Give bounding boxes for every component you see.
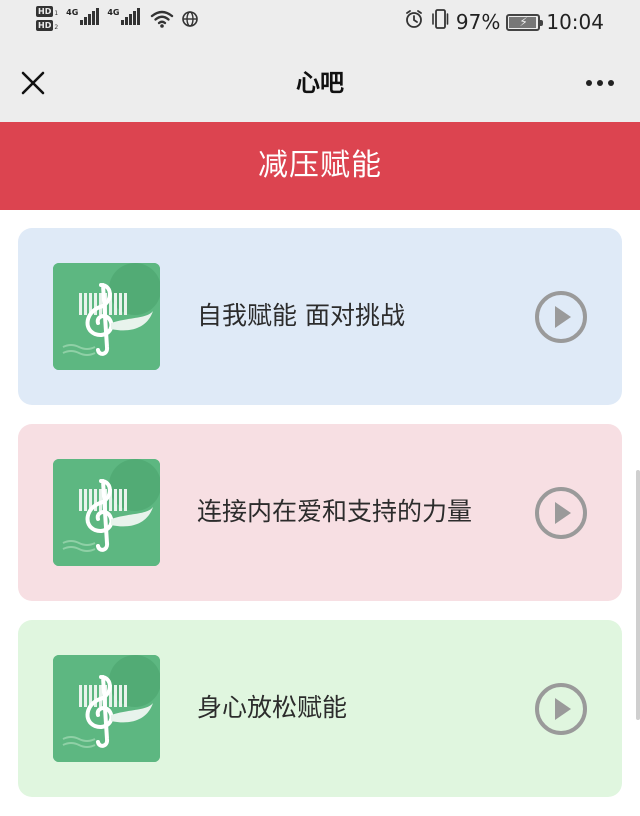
hd-label: HD [36,20,54,31]
globe-icon [182,11,199,31]
more-icon[interactable] [578,64,622,102]
clock-time: 10:04 [546,10,604,34]
treble-clef-icon [53,263,160,370]
hd-indicator-1: HD 1 [36,6,58,17]
more-dot [586,80,592,86]
more-dot [608,80,614,86]
audio-card[interactable]: 身心放松赋能 [18,620,622,797]
signal-icon: 4G [66,8,100,25]
status-left: HD 1 HD 2 4G 4G [36,4,199,32]
nav-bar: 心吧 [0,44,640,122]
music-thumbnail [53,263,160,370]
hd-sub-label: 1 [54,10,59,17]
vibrate-icon [430,8,450,36]
hd-label: HD [36,6,54,17]
status-bar: HD 1 HD 2 4G 4G 97% ⚡ 10:04 [0,0,640,44]
audio-card[interactable]: 连接内在爱和支持的力量 [18,424,622,601]
charging-bolt-icon: ⚡ [519,14,528,29]
card-title: 身心放松赋能 [197,693,348,722]
hd-indicator-2: HD 2 [36,20,58,31]
battery-percent: 97% [455,10,501,34]
section-banner: 减压赋能 [0,122,640,210]
network-type-label: 4G [66,8,79,17]
scrollbar[interactable] [636,470,640,720]
network-type-label: 4G [107,8,120,17]
play-icon[interactable] [534,486,588,540]
card-title: 自我赋能 面对挑战 [197,301,405,330]
battery-icon: ⚡ [506,13,544,31]
battery-tip [540,19,544,26]
audio-card[interactable]: 自我赋能 面对挑战 [18,228,622,405]
card-title: 连接内在爱和支持的力量 [197,497,473,526]
page-title: 心吧 [296,69,344,97]
more-dot [597,80,603,86]
hd-sub-label: 2 [54,24,59,31]
wifi-icon [150,10,174,32]
music-thumbnail [53,655,160,762]
play-icon[interactable] [534,290,588,344]
alarm-icon [404,9,424,35]
hd-indicators: HD 1 HD 2 [36,6,58,31]
music-thumbnail [53,459,160,566]
signal-icon: 4G [107,8,141,25]
treble-clef-icon [53,459,160,566]
treble-clef-icon [53,655,160,762]
status-right: 97% ⚡ 10:04 [404,8,604,36]
play-icon[interactable] [534,682,588,736]
